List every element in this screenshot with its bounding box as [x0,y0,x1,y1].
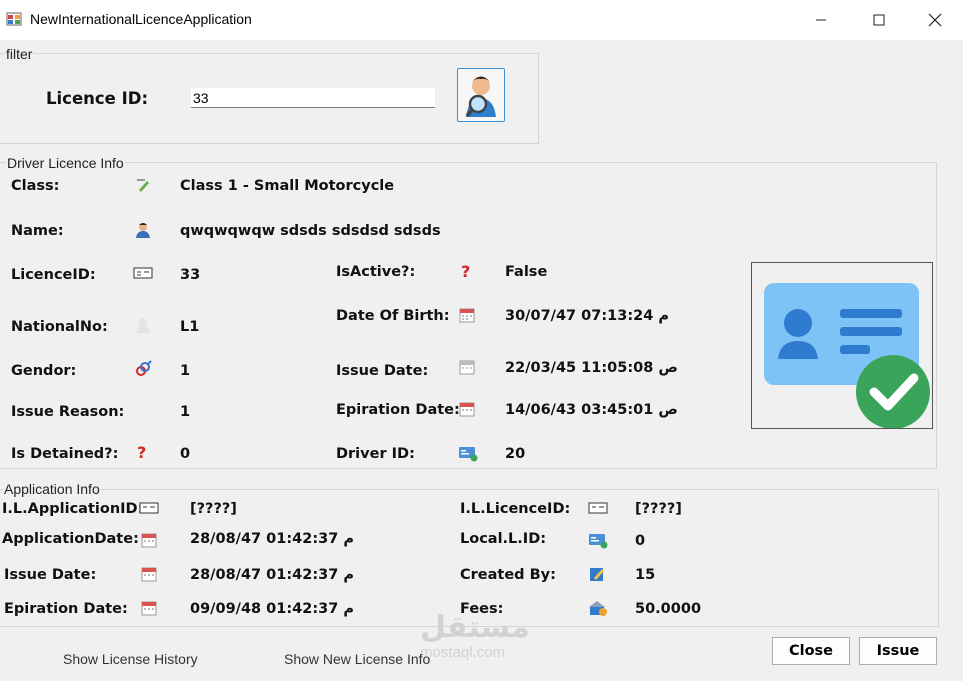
issue-reason-label: Issue Reason: [11,404,125,420]
national-no-label: NationalNo: [11,319,108,335]
dob-label: Date Of Birth: [336,308,450,324]
licence-id-label: Licence ID: [46,89,149,108]
expiration-date-label: Epiration Date: [336,402,460,418]
name-value: qwqwqwqw sdsds sdsdsd sdsds [180,223,441,239]
calendar-icon [459,360,475,375]
id-card-icon [588,502,608,514]
driver-id-label: Driver ID: [336,446,415,462]
minimize-icon [816,19,826,21]
fees-value: 50.0000 [635,601,702,617]
close-window-button[interactable] [906,0,963,40]
form-icon [6,12,22,26]
application-date-label: ApplicationDate: [2,531,139,547]
gender-value: 1 [180,363,191,379]
issue-date-value: 22/03/45 11:05:08 ص [505,360,678,376]
person-icon [136,223,150,238]
title-bar: NewInternationalLicenceApplication [0,0,963,40]
licence-id-input[interactable] [191,88,435,108]
driver-info-legend: Driver Licence Info [6,155,125,171]
issue-button[interactable]: Issue [859,637,937,665]
local-l-id-value: 0 [635,533,646,549]
money-icon [589,601,607,616]
gender-icon [136,360,152,376]
dob-value: 30/07/47 07:13:24 م [505,308,669,324]
maximize-button[interactable] [850,0,908,40]
licence-card-check-icon [764,283,930,429]
calendar-icon [141,601,157,616]
window-title: NewInternationalLicenceApplication [30,11,252,27]
issue-reason-value: 1 [180,404,191,420]
gender-label: Gendor: [11,363,77,379]
id-card-icon [139,502,159,514]
watermark: مستقل mostaql.com [420,612,530,662]
class-value: Class 1 - Small Motorcycle [180,178,395,194]
is-active-value: False [505,264,548,280]
calendar-icon [459,402,475,417]
application-info-legend: Application Info [3,481,101,497]
il-application-id-label: I.L.ApplicationID: [2,501,144,517]
minimize-button[interactable] [792,0,850,40]
application-date-value: 28/08/47 01:42:37 م [190,531,354,547]
licence-id-field-label: LicenceID: [11,267,96,283]
person-icon [136,318,150,333]
class-label: Class: [11,178,60,194]
filter-legend: filter [5,46,34,62]
is-active-label: IsActive?: [336,264,416,280]
expiration-date-value: 14/06/43 03:45:01 ص [505,402,678,418]
show-license-history-link[interactable]: Show License History [63,651,198,667]
licence-id-value: 33 [180,267,201,283]
calendar-icon [459,308,475,323]
calendar-icon [141,533,157,548]
app-expiration-date-value: 09/09/48 01:42:37 م [190,601,354,617]
edit-icon [590,568,604,581]
app-issue-date-value: 28/08/47 01:42:37 م [190,567,354,583]
il-licence-id-value: [????] [635,501,682,517]
watermark-latin: mostaql.com [420,644,506,661]
created-by-label: Created By: [460,567,556,583]
question-mark-icon: ? [137,443,147,462]
name-label: Name: [11,223,64,239]
id-card-icon [133,267,153,279]
maximize-icon [873,14,885,26]
driver-card-icon [589,534,608,549]
close-button[interactable]: Close [772,637,850,665]
driver-card-icon [459,447,478,462]
il-licence-id-label: I.L.LicenceID: [460,501,571,517]
local-l-id-label: Local.L.ID: [460,531,547,547]
question-mark-icon: ? [461,262,471,281]
issue-date-label: Issue Date: [336,363,429,379]
person-search-icon [465,76,496,118]
calendar-icon [141,567,157,582]
is-detained-label: Is Detained?: [11,446,119,462]
il-application-id-value: [????] [190,501,237,517]
driver-id-value: 20 [505,446,526,462]
national-no-value: L1 [180,319,200,335]
watermark-arabic: مستقل [420,610,530,645]
is-detained-value: 0 [180,446,191,462]
close-icon [928,13,942,27]
show-new-license-info-link[interactable]: Show New License Info [284,651,430,667]
created-by-value: 15 [635,567,656,583]
app-expiration-date-label: Epiration Date: [4,601,128,617]
licence-photo [751,262,933,429]
app-issue-date-label: Issue Date: [4,567,97,583]
search-button[interactable] [457,68,505,122]
pen-icon [137,179,149,192]
